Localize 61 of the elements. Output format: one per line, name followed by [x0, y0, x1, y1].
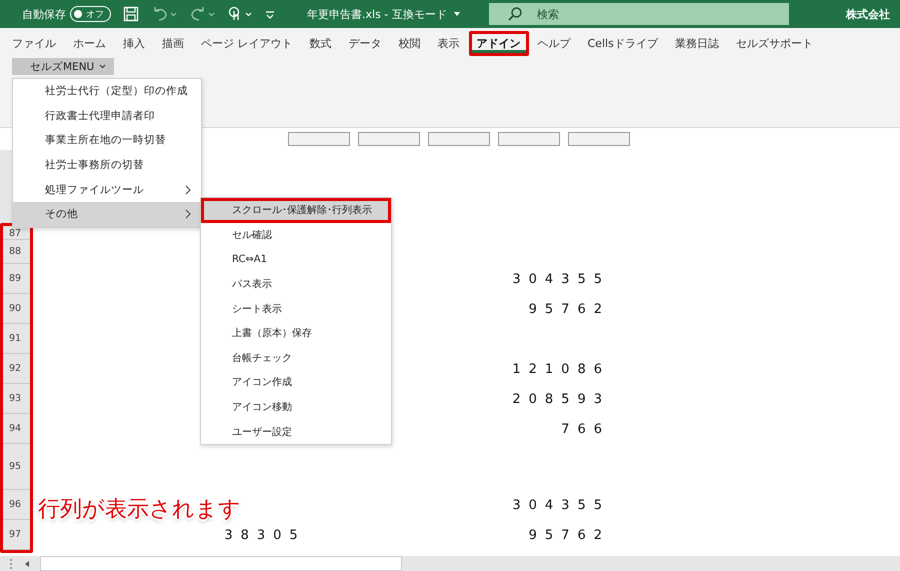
menu-dropdown-button[interactable]: セルズMENU — [12, 58, 114, 75]
table-cell: 121086 — [512, 362, 610, 376]
menu-item[interactable]: その他 — [13, 202, 201, 227]
menu-item[interactable]: シート表示 — [201, 296, 391, 321]
autosave-toggle[interactable]: オフ — [70, 6, 111, 22]
table-cell: 766 — [561, 422, 610, 436]
menu-item[interactable]: 社労士事務所の切替 — [13, 152, 201, 178]
menu-item[interactable]: パス表示 — [201, 272, 391, 296]
menu-item[interactable]: 行政書士代理申請者印 — [13, 104, 201, 128]
ribbon-tab[interactable]: アドイン — [468, 30, 528, 56]
search-icon — [506, 6, 523, 22]
form-box — [498, 132, 560, 146]
ribbon-tab[interactable]: 業務日誌 — [666, 30, 727, 56]
autosave-label: 自動保存 — [22, 6, 66, 22]
save-icon[interactable] — [123, 6, 139, 22]
menu-item[interactable]: ユーザー設定 — [201, 419, 391, 444]
menu-item[interactable]: 事業主所在地の一時切替 — [13, 128, 201, 153]
form-box — [568, 132, 630, 146]
ribbon-tab[interactable]: 挿入 — [115, 30, 153, 56]
ribbon-tab[interactable]: 校閲 — [390, 30, 428, 56]
document-title[interactable]: 年更申告書.xls - 互換モード — [307, 6, 447, 22]
menu-item[interactable]: 処理ファイルツール — [13, 177, 201, 202]
ribbon-tab[interactable]: 描画 — [154, 30, 192, 56]
table-cell: 304355 — [512, 272, 610, 286]
menu-item[interactable]: アイコン作成 — [201, 370, 391, 395]
ribbon-tab[interactable]: ページ レイアウト — [193, 30, 300, 56]
ribbon-tab[interactable]: 表示 — [430, 30, 468, 56]
menu-item[interactable]: アイコン移動 — [201, 394, 391, 420]
menu-item[interactable]: スクロール･保護解除･行列表示 — [201, 198, 391, 223]
scrollbar-thumb[interactable] — [40, 556, 402, 571]
menu-item[interactable]: RC⇔A1 — [201, 247, 391, 272]
touch-mode-icon[interactable] — [227, 6, 253, 22]
table-cell: 304355 — [512, 498, 610, 512]
form-box — [288, 132, 350, 146]
split-handle-icon[interactable] — [8, 558, 14, 570]
ribbon-tab[interactable]: ヘルプ — [530, 30, 578, 56]
account-name[interactable]: 株式会社 — [846, 6, 890, 22]
chevron-right-icon — [185, 209, 191, 220]
form-box — [428, 132, 490, 146]
ribbon-tab[interactable]: ファイル — [4, 30, 64, 56]
ribbon-tab[interactable]: ホーム — [65, 30, 114, 56]
table-cell: 95762 — [528, 528, 610, 542]
form-box — [358, 132, 420, 146]
annotation-text: 行列が表示されます — [38, 496, 241, 524]
menu-item[interactable]: 台帳チェック — [201, 346, 391, 370]
ribbon-tab[interactable]: データ — [340, 30, 390, 56]
menu-item[interactable]: セル確認 — [201, 222, 391, 248]
table-cell: 38305 — [224, 528, 306, 542]
table-cell: 208593 — [512, 392, 610, 406]
ribbon-tab[interactable]: Cellsドライブ — [580, 30, 666, 56]
table-cell: 95762 — [528, 302, 610, 316]
search-field[interactable]: 検索 — [488, 3, 789, 25]
caret-icon — [99, 64, 106, 69]
chevron-right-icon — [185, 184, 191, 195]
redo-icon[interactable] — [189, 6, 215, 22]
row-header[interactable]: 87 — [0, 228, 30, 240]
menu-item[interactable]: 社労士代行（定型）印の作成 — [13, 79, 201, 104]
menu-item[interactable]: 上書（原本）保存 — [201, 320, 391, 346]
ribbon-tab[interactable]: セルズサポート — [728, 30, 821, 56]
caret-icon[interactable] — [452, 11, 461, 17]
ribbon-tab[interactable]: 数式 — [302, 30, 340, 56]
